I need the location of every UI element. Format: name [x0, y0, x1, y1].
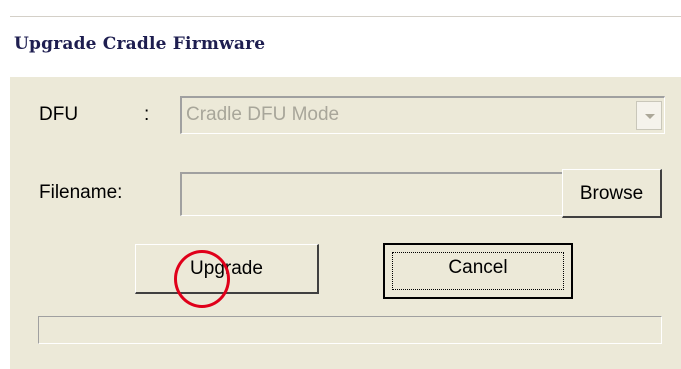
annotation-circle: [174, 250, 230, 308]
dfu-label: DFU: [39, 104, 79, 125]
upgrade-progress-bar: [38, 316, 662, 344]
title-bar: Upgrade Cradle Firmware: [10, 16, 681, 77]
filename-input[interactable]: [180, 172, 565, 216]
dfu-mode-select[interactable]: Cradle DFU Mode: [180, 96, 665, 134]
browse-button[interactable]: Browse: [562, 169, 662, 218]
dfu-mode-value: Cradle DFU Mode: [186, 104, 340, 125]
window-title: Upgrade Cradle Firmware: [14, 34, 266, 54]
chevron-down-icon[interactable]: [636, 101, 662, 130]
cancel-button[interactable]: Cancel: [383, 243, 573, 299]
cancel-button-label: Cancel: [448, 257, 508, 278]
upgrade-firmware-dialog: Upgrade Cradle Firmware DFU : Cradle DFU…: [10, 16, 681, 369]
filename-label: Filename:: [39, 182, 123, 203]
dfu-separator: :: [144, 104, 150, 125]
